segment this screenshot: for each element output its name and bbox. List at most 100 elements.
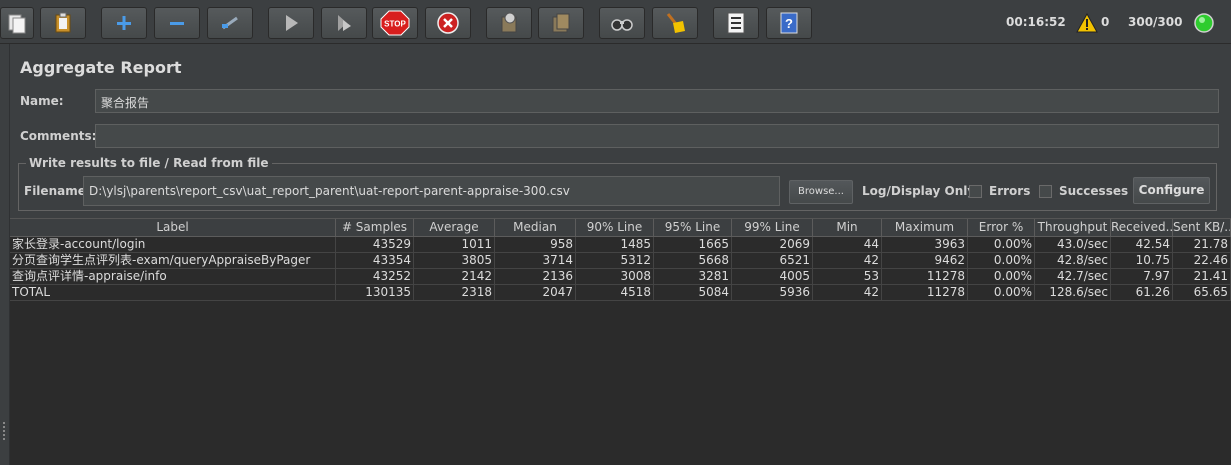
start-no-pauses-icon — [338, 15, 351, 31]
cell-samples: 43252 — [336, 269, 414, 285]
toggle-button[interactable] — [207, 7, 253, 39]
clear-button[interactable] — [486, 7, 532, 39]
column-header-min[interactable]: Min — [813, 219, 882, 237]
tree-splitter[interactable] — [0, 44, 10, 465]
splitter-grip-icon[interactable] — [2, 422, 7, 465]
column-header-maximum[interactable]: Maximum — [882, 219, 968, 237]
cell-line-99: 5936 — [732, 285, 813, 301]
collapse-all-icon — [170, 22, 184, 25]
cell-line-95: 5668 — [654, 253, 732, 269]
panel-title: Aggregate Report — [20, 58, 182, 77]
column-header-received[interactable]: Received... — [1111, 219, 1173, 237]
column-header-line-90[interactable]: 90% Line — [576, 219, 654, 237]
column-header-label[interactable]: Label — [10, 219, 336, 237]
paste-button[interactable] — [40, 7, 86, 39]
help-icon: ? — [780, 12, 798, 34]
column-header-median[interactable]: Median — [495, 219, 576, 237]
clipboard-icon — [55, 12, 71, 33]
filename-field[interactable]: D:\ylsj\parents\report_csv\uat_report_pa… — [83, 176, 780, 206]
cell-sent: 21.41 — [1173, 269, 1231, 285]
column-header-line-99[interactable]: 99% Line — [732, 219, 813, 237]
cell-throughput: 128.6/sec — [1035, 285, 1111, 301]
cell-error-pct: 0.00% — [968, 285, 1035, 301]
cell-samples: 43354 — [336, 253, 414, 269]
column-header-line-95[interactable]: 95% Line — [654, 219, 732, 237]
table-row[interactable]: 分页查询学生点评列表-exam/queryAppraiseByPager 4335… — [10, 253, 1231, 269]
start-no-pauses-button[interactable] — [321, 7, 367, 39]
stop-button[interactable]: STOP — [372, 7, 418, 39]
cell-throughput: 42.8/sec — [1035, 253, 1111, 269]
configure-button[interactable]: Configure — [1133, 177, 1210, 204]
clear-all-button[interactable] — [538, 7, 584, 39]
cell-error-pct: 0.00% — [968, 237, 1035, 253]
cell-average: 3805 — [414, 253, 495, 269]
help-button[interactable]: ? — [766, 7, 812, 39]
function-helper-button[interactable] — [713, 7, 759, 39]
cell-maximum: 3963 — [882, 237, 968, 253]
start-button[interactable] — [268, 7, 314, 39]
shutdown-button[interactable] — [425, 7, 471, 39]
cell-error-pct: 0.00% — [968, 253, 1035, 269]
expand-all-button[interactable] — [101, 7, 147, 39]
cell-maximum: 11278 — [882, 285, 968, 301]
table-total-row[interactable]: TOTAL 130135 2318 2047 4518 5084 5936 42 11278 0.… — [10, 285, 1231, 301]
cell-line-99: 4005 — [732, 269, 813, 285]
cell-throughput: 42.7/sec — [1035, 269, 1111, 285]
cell-line-95: 3281 — [654, 269, 732, 285]
successes-label: Successes — [1059, 184, 1129, 198]
table-row[interactable]: 查询点评详情-appraise/info 43252 2142 2136 3008 328… — [10, 269, 1231, 285]
templates-button[interactable] — [0, 7, 34, 39]
column-header-samples[interactable]: # Samples — [336, 219, 414, 237]
cell-average: 2142 — [414, 269, 495, 285]
results-table: Label # Samples Average Median 90% Line 95% L… — [10, 218, 1231, 465]
browse-button[interactable]: Browse... — [789, 180, 853, 204]
collapse-all-button[interactable] — [154, 7, 200, 39]
cell-line-99: 6521 — [732, 253, 813, 269]
reset-search-icon — [666, 13, 685, 33]
clear-icon — [501, 12, 517, 33]
search-button[interactable] — [599, 7, 645, 39]
warning-count: 0 — [1101, 15, 1110, 29]
cell-median: 958 — [495, 237, 576, 253]
successes-checkbox[interactable] — [1039, 185, 1052, 198]
cell-median: 2136 — [495, 269, 576, 285]
cell-samples: 43529 — [336, 237, 414, 253]
cell-received: 42.54 — [1111, 237, 1173, 253]
cell-median: 2047 — [495, 285, 576, 301]
cell-sent: 65.65 — [1173, 285, 1231, 301]
comments-field[interactable] — [95, 124, 1219, 148]
column-header-throughput[interactable]: Throughput — [1035, 219, 1111, 237]
name-label: Name: — [20, 94, 64, 108]
reset-search-button[interactable] — [652, 7, 698, 39]
cell-sent: 21.78 — [1173, 237, 1231, 253]
stop-icon-label: STOP — [384, 20, 406, 29]
expand-all-icon — [117, 16, 131, 30]
column-header-error-pct[interactable]: Error % — [968, 219, 1035, 237]
cell-label: 分页查询学生点评列表-exam/queryAppraiseByPager — [10, 253, 336, 269]
active-threads: 300/300 — [1128, 15, 1183, 29]
column-header-average[interactable]: Average — [414, 219, 495, 237]
comments-label: Comments: — [20, 129, 97, 143]
function-helper-icon — [727, 12, 745, 34]
file-section-legend: Write results to file / Read from file — [26, 156, 272, 170]
clear-all-icon — [552, 13, 570, 33]
cell-line-99: 2069 — [732, 237, 813, 253]
errors-checkbox[interactable] — [969, 185, 982, 198]
cell-label: 查询点评详情-appraise/info — [10, 269, 336, 285]
cell-line-95: 1665 — [654, 237, 732, 253]
cell-received: 10.75 — [1111, 253, 1173, 269]
cell-median: 3714 — [495, 253, 576, 269]
warning-icon[interactable] — [1076, 13, 1098, 33]
running-status-icon — [1194, 13, 1214, 33]
cell-line-90: 1485 — [576, 237, 654, 253]
name-field[interactable]: 聚合报告 — [95, 89, 1219, 113]
cell-sent: 22.46 — [1173, 253, 1231, 269]
cell-line-90: 3008 — [576, 269, 654, 285]
table-row[interactable]: 家长登录-account/login 43529 1011 958 1485 1665 20… — [10, 237, 1231, 253]
templates-icon — [8, 14, 26, 34]
cell-average: 1011 — [414, 237, 495, 253]
cell-line-90: 4518 — [576, 285, 654, 301]
cell-min: 42 — [813, 253, 882, 269]
filename-label: Filename — [24, 184, 86, 198]
column-header-sent[interactable]: Sent KB/... — [1173, 219, 1231, 237]
